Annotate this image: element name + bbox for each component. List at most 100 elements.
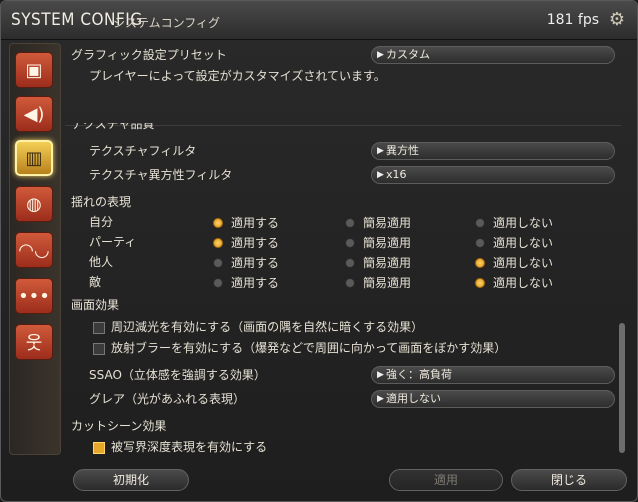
dof-row[interactable]: 被写界深度表現を有効にする: [65, 438, 625, 458]
radio-option-label[interactable]: 適用しない: [493, 274, 553, 291]
texture-filter-label: テクスチャフィルタ: [89, 144, 197, 158]
radio-button[interactable]: [213, 278, 223, 288]
radio-option-label[interactable]: 適用しない: [493, 214, 553, 231]
radio-option-label[interactable]: 簡易適用: [363, 234, 411, 251]
texture-filter-dropdown[interactable]: ▶ 異方性: [371, 142, 615, 160]
apply-button[interactable]: 適用: [389, 469, 503, 491]
speaker-icon: ◀): [23, 103, 45, 125]
preset-value: カスタム: [386, 48, 430, 61]
fps-counter: 181 fps: [546, 12, 599, 28]
radio-option-label[interactable]: 適用しない: [493, 254, 553, 271]
titlebar: SYSTEM CONFIG システムコンフィグ 181 fps ⚙: [1, 1, 637, 40]
dof-checkbox[interactable]: [93, 442, 105, 454]
more-icon: •••: [18, 285, 50, 307]
person-icon: 웃: [25, 333, 43, 354]
preset-description: プレイヤーによって設定がカスタマイズされています。: [89, 69, 386, 83]
aniso-filter-value: x16: [386, 168, 407, 181]
sway-row-label: 自分: [89, 215, 114, 229]
vignette-row[interactable]: 周辺減光を有効にする（画面の隅を自然に暗くする効果）: [65, 318, 625, 338]
scrollbar-thumb[interactable]: [619, 323, 625, 453]
glare-row: グレア（光があふれる表現） ▶ 適用しない: [65, 390, 625, 410]
sidebar-item-accessibility[interactable]: 웃: [15, 324, 53, 360]
dof-label: 被写界深度表現を有効にする: [111, 440, 268, 454]
radio-option-label[interactable]: 適用する: [231, 274, 279, 291]
sway-row: 自分 適用する 簡易適用 適用しない: [65, 213, 625, 233]
sidebar-item-graphics[interactable]: ▥: [15, 140, 53, 176]
sway-section-title: 揺れの表現: [71, 195, 132, 209]
aniso-filter-row: テクスチャ異方性フィルタ ▶ x16: [65, 166, 625, 186]
sway-row: パーティ 適用する 簡易適用 適用しない: [65, 233, 625, 253]
close-button[interactable]: 閉じる: [511, 469, 627, 491]
radio-option-label[interactable]: 簡易適用: [363, 274, 411, 291]
sway-row-label: 敵: [89, 275, 102, 289]
radio-button[interactable]: [345, 258, 355, 268]
ssao-dropdown[interactable]: ▶ 強く：高負荷: [371, 366, 615, 384]
mouse-icon: ◍: [26, 193, 42, 215]
radio-option-label[interactable]: 適用する: [231, 234, 279, 251]
aniso-filter-label: テクスチャ異方性フィルタ: [89, 168, 233, 182]
scrollbar[interactable]: [619, 323, 625, 453]
radio-button[interactable]: [345, 218, 355, 228]
settings-panel: グラフィック設定プリセット ▶ カスタム プレイヤーによって設定がカスタマイズされ…: [65, 41, 637, 461]
texture-section-header: テクスチャ品質: [65, 123, 625, 133]
radio-button[interactable]: [213, 238, 223, 248]
texture-filter-row: テクスチャフィルタ ▶ 異方性: [65, 142, 625, 162]
aniso-filter-dropdown[interactable]: ▶ x16: [371, 166, 615, 184]
system-config-window: SYSTEM CONFIG システムコンフィグ 181 fps ⚙ ▣ ◀) ▥…: [0, 0, 638, 502]
texture-filter-value: 異方性: [386, 144, 419, 157]
monitor-icon: ▣: [25, 59, 43, 81]
radio-button[interactable]: [345, 278, 355, 288]
radio-option-label[interactable]: 適用しない: [493, 234, 553, 251]
gamepad-icon: ◠◡: [18, 239, 50, 261]
glare-value: 適用しない: [386, 392, 441, 405]
sway-row: 敵 適用する 簡易適用 適用しない: [65, 273, 625, 293]
preset-description-row: プレイヤーによって設定がカスタマイズされています。: [65, 67, 625, 87]
radio-button[interactable]: [475, 278, 485, 288]
vignette-label: 周辺減光を有効にする（画面の隅を自然に暗くする効果）: [111, 320, 424, 334]
graphics-quality-icon: ▥: [25, 147, 43, 169]
sidebar-item-other[interactable]: •••: [15, 278, 53, 314]
radio-option-label[interactable]: 簡易適用: [363, 214, 411, 231]
radial-blur-row[interactable]: 放射ブラーを有効にする（爆発などで周囲に向かって画面をぼかす効果）: [65, 339, 625, 359]
triangle-right-icon: ▶: [377, 170, 384, 180]
radio-option-label[interactable]: 適用する: [231, 214, 279, 231]
window-subtitle: システムコンフィグ: [113, 16, 221, 30]
ssao-label: SSAO（立体感を強調する効果）: [89, 368, 266, 382]
sway-row-label: 他人: [89, 255, 114, 269]
triangle-right-icon: ▶: [377, 370, 384, 380]
radio-button[interactable]: [213, 218, 223, 228]
sway-section: 揺れの表現: [65, 193, 625, 213]
sway-row: 他人 適用する 簡易適用 適用しない: [65, 253, 625, 273]
effects-section-title: 画面効果: [71, 298, 120, 312]
reset-button[interactable]: 初期化: [73, 469, 189, 491]
triangle-right-icon: ▶: [377, 146, 384, 156]
vignette-checkbox[interactable]: [93, 322, 105, 334]
sidebar-item-sound[interactable]: ◀): [15, 96, 53, 132]
triangle-right-icon: ▶: [377, 394, 384, 404]
radio-button[interactable]: [475, 218, 485, 228]
cutscene-section-title: カットシーン効果: [71, 419, 167, 433]
radio-button[interactable]: [475, 238, 485, 248]
glare-label: グレア（光があふれる表現）: [89, 392, 246, 406]
radio-button[interactable]: [213, 258, 223, 268]
radial-blur-checkbox[interactable]: [93, 343, 105, 355]
radio-option-label[interactable]: 簡易適用: [363, 254, 411, 271]
ssao-row: SSAO（立体感を強調する効果） ▶ 強く：高負荷: [65, 366, 625, 386]
radio-button[interactable]: [475, 258, 485, 268]
gear-icon[interactable]: ⚙: [607, 10, 627, 30]
radial-blur-label: 放射ブラーを有効にする（爆発などで周囲に向かって画面をぼかす効果）: [111, 341, 507, 355]
radio-button[interactable]: [345, 238, 355, 248]
ssao-value: 強く：高負荷: [386, 368, 452, 381]
glare-dropdown[interactable]: ▶ 適用しない: [371, 390, 615, 408]
triangle-right-icon: ▶: [377, 50, 384, 60]
sidebar-item-mouse[interactable]: ◍: [15, 186, 53, 222]
sidebar-item-display[interactable]: ▣: [15, 52, 53, 88]
preset-dropdown[interactable]: ▶ カスタム: [371, 46, 615, 64]
radio-option-label[interactable]: 適用する: [231, 254, 279, 271]
sidebar-item-gamepad[interactable]: ◠◡: [15, 232, 53, 268]
category-sidebar: ▣ ◀) ▥ ◍ ◠◡ ••• 웃: [9, 43, 61, 455]
texture-section-title: テクスチャ品質: [71, 123, 155, 131]
preset-label: グラフィック設定プリセット: [71, 48, 227, 62]
cutscene-section: カットシーン効果: [65, 417, 625, 437]
effects-section: 画面効果: [65, 296, 625, 316]
